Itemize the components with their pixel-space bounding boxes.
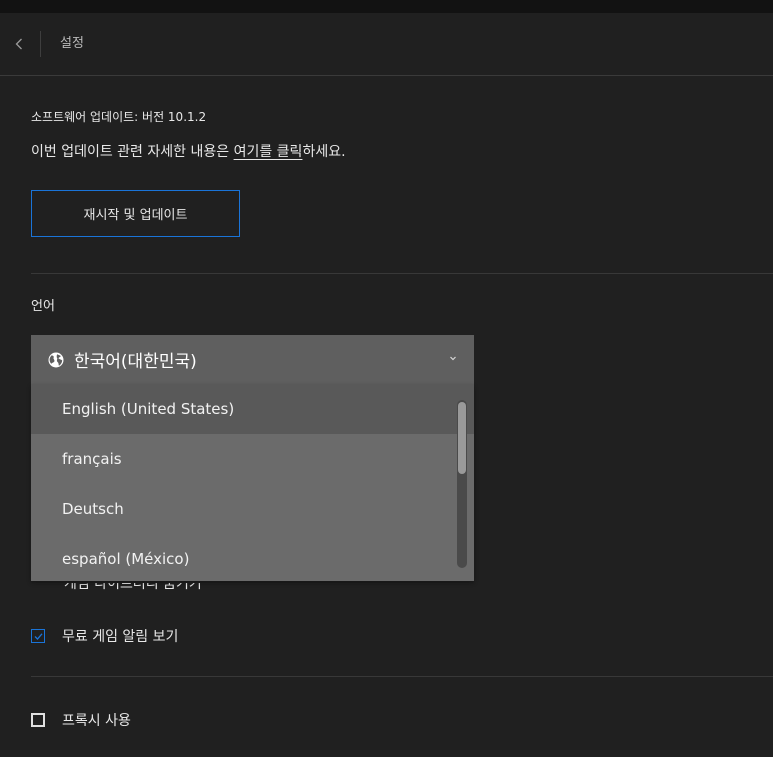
language-dropdown[interactable]: 한국어(대한민국) <box>31 335 474 384</box>
restart-and-update-button[interactable]: 재시작 및 업데이트 <box>31 190 240 237</box>
proxy-option[interactable]: 프록시 사용 <box>31 710 131 730</box>
language-option-english[interactable]: English (United States) <box>31 384 474 434</box>
update-description-prefix: 이번 업데이트 관련 자세한 내용은 <box>31 144 234 160</box>
header: 설정 <box>0 13 773 76</box>
update-description: 이번 업데이트 관련 자세한 내용은 여기를 클릭하세요. <box>31 141 346 161</box>
checkmark-icon <box>34 632 42 640</box>
free-games-checkbox[interactable] <box>31 629 45 643</box>
update-description-suffix: 하세요. <box>302 144 346 160</box>
section-divider <box>31 676 773 677</box>
language-option-spanish-mexico[interactable]: español (México) <box>31 534 474 581</box>
globe-icon <box>48 352 64 367</box>
free-games-label: 무료 게임 알림 보기 <box>62 629 179 645</box>
page-title: 설정 <box>60 36 84 51</box>
header-divider <box>40 31 41 57</box>
back-button[interactable] <box>9 33 29 55</box>
hide-library-label: 게임 라이브러리 숨기기 <box>64 583 202 592</box>
top-bar <box>0 0 773 13</box>
language-option-french[interactable]: français <box>31 434 474 484</box>
language-option-german[interactable]: Deutsch <box>31 484 474 534</box>
proxy-checkbox[interactable] <box>31 713 45 727</box>
proxy-label: 프록시 사용 <box>62 713 131 729</box>
section-divider <box>31 273 773 274</box>
language-label: 언어 <box>31 299 55 314</box>
language-dropdown-list: English (United States) français Deutsch… <box>31 384 474 581</box>
scroll-thumb[interactable] <box>458 402 466 474</box>
chevron-down-icon <box>450 356 456 361</box>
chevron-left-icon <box>15 38 22 50</box>
dropdown-scrollbar[interactable] <box>457 400 467 568</box>
update-details-link[interactable]: 여기를 클릭 <box>234 144 303 160</box>
free-games-option[interactable]: 무료 게임 알림 보기 <box>31 626 178 646</box>
selected-language: 한국어(대한민국) <box>74 352 197 372</box>
software-update-label: 소프트웨어 업데이트: 버전 10.1.2 <box>31 110 207 124</box>
